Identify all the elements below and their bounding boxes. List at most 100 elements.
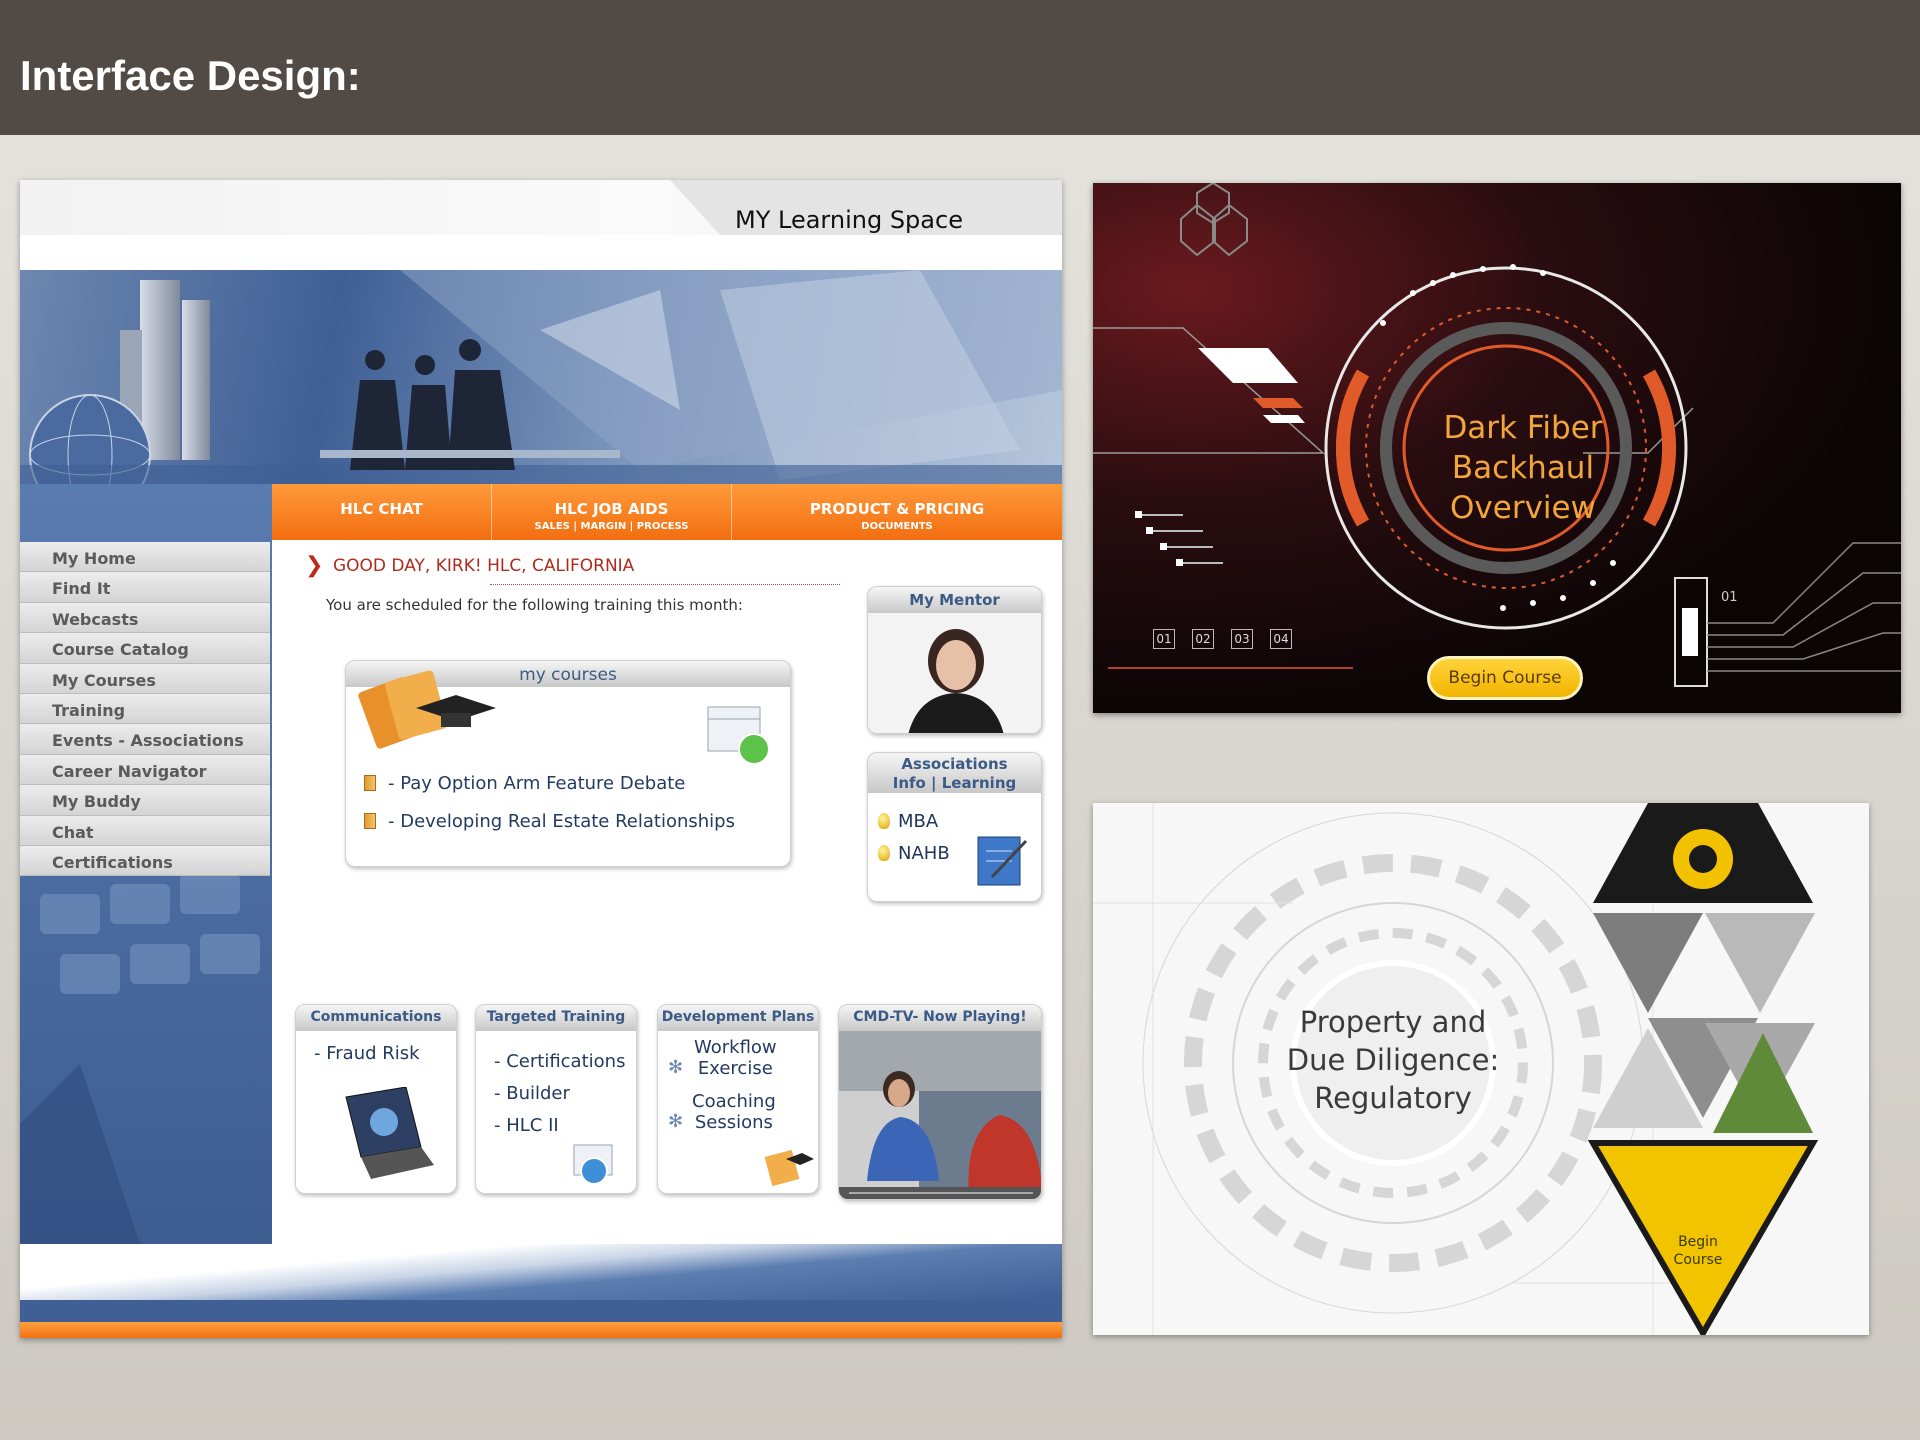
associations-title: Associations Info | Learning — [868, 753, 1041, 793]
title-line: Regulatory — [1314, 1081, 1472, 1115]
my-mentor-panel[interactable]: My Mentor — [867, 586, 1042, 734]
association-label: NAHB — [898, 843, 950, 864]
sidebar-item-find-it[interactable]: Find It — [20, 572, 270, 603]
banner-illustration-icon — [20, 270, 1062, 484]
sparkle-icon: ✻ — [668, 1111, 684, 1132]
property-course-card: Property and Due Diligence: Regulatory B… — [1093, 803, 1869, 1335]
chevron-right-icon: ❯ — [305, 553, 324, 578]
dark-fiber-course-card: 01 02 03 04 01 Dark Fiber Backhaul Overv… — [1093, 183, 1901, 713]
sidebar-nav: My Home Find It Webcasts Course Catalog … — [20, 542, 272, 877]
association-link-nahb[interactable]: NAHB — [878, 843, 950, 864]
video-player-icon — [839, 1031, 1041, 1199]
sidebar-item-career-navigator[interactable]: Career Navigator — [20, 754, 270, 786]
step-indicator[interactable]: 04 — [1270, 629, 1292, 649]
course-item[interactable]: - Developing Real Estate Relationships — [364, 811, 735, 832]
schedule-text: You are scheduled for the following trai… — [326, 596, 743, 614]
title-line: Property and — [1299, 1005, 1487, 1039]
top-nav-bar: HLC CHAT HLC JOB AIDS SALES | MARGIN | P… — [272, 484, 1062, 540]
course-title: Property and Due Diligence: Regulatory — [1263, 1003, 1523, 1117]
course-title: Dark Fiber Backhaul Overview — [1413, 408, 1633, 528]
cmd-tv-panel[interactable]: CMD-TV- Now Playing! — [838, 1004, 1042, 1200]
sidebar-item-certifications[interactable]: Certifications — [20, 845, 270, 877]
link-line: Sessions — [694, 1112, 773, 1133]
step-indicator[interactable]: 03 — [1231, 629, 1253, 649]
sparkle-icon: ✻ — [668, 1057, 684, 1078]
step-indicator[interactable]: 02 — [1192, 629, 1214, 649]
books-cap-icon — [764, 1149, 814, 1187]
begin-course-button[interactable]: Begin Course — [1633, 1233, 1763, 1269]
association-label: MBA — [898, 811, 939, 832]
course-item[interactable]: - Pay Option Arm Feature Debate — [364, 773, 685, 794]
panel-title: Development Plans — [658, 1005, 818, 1031]
nav-hlc-chat[interactable]: HLC CHAT — [272, 484, 492, 540]
sidebar-item-my-courses[interactable]: My Courses — [20, 663, 270, 694]
nav-label: PRODUCT & PRICING — [809, 500, 985, 518]
footer-stripe — [20, 1322, 1062, 1338]
panel-link[interactable]: - Certifications — [494, 1051, 625, 1072]
slide-title: Interface Design: — [20, 52, 361, 99]
books-graduation-cap-icon — [358, 670, 496, 749]
association-link-mba[interactable]: MBA — [878, 811, 938, 832]
footer-wave — [20, 1244, 1062, 1300]
link-line: Exercise — [697, 1058, 773, 1079]
link-line: Workflow — [694, 1037, 777, 1058]
panel-link[interactable]: - Fraud Risk — [314, 1043, 420, 1064]
nav-sublabel: DOCUMENTS — [861, 521, 933, 532]
my-courses-panel: my courses - Pay Option Arm Feature Deba… — [345, 660, 791, 867]
sidebar-item-events-associations[interactable]: Events - Associations — [20, 724, 270, 755]
sidebar-item-my-buddy[interactable]: My Buddy — [20, 785, 270, 816]
lms-top-bar: MY Learning Space — [20, 180, 1062, 270]
nav-sublabel: SALES | MARGIN | PROCESS — [534, 521, 689, 532]
sidebar-item-course-catalog[interactable]: Course Catalog — [20, 633, 270, 664]
book-icon — [364, 775, 376, 791]
mentor-photo-icon — [868, 613, 1041, 733]
nav-label: HLC JOB AIDS — [554, 500, 669, 518]
hero-banner — [20, 270, 1062, 484]
nav-label: HLC CHAT — [340, 500, 423, 518]
book-icon — [364, 813, 376, 829]
title-line: Dark Fiber — [1443, 410, 1603, 446]
begin-course-button[interactable]: Begin Course — [1427, 656, 1583, 700]
communications-panel: Communications - Fraud Risk — [295, 1004, 457, 1194]
divider — [490, 584, 840, 585]
lightbulb-icon — [878, 845, 890, 861]
greeting-text: GOOD DAY, KIRK! HLC, CALIFORNIA — [333, 556, 635, 576]
sidebar-item-chat[interactable]: Chat — [20, 815, 270, 846]
associations-panel: Associations Info | Learning MBA NAHB — [867, 752, 1042, 902]
title-line: Due Diligence: — [1286, 1043, 1500, 1077]
footer-bar — [20, 1300, 1062, 1322]
associations-heading: Associations — [901, 755, 1008, 773]
link-line: Coaching — [692, 1091, 776, 1112]
panel-title: Communications — [296, 1005, 456, 1031]
laptop-icon — [345, 1087, 434, 1179]
nav-hlc-job-aids[interactable]: HLC JOB AIDS SALES | MARGIN | PROCESS — [492, 484, 732, 540]
globe-calendar-icon — [573, 1144, 613, 1185]
calendar-globe-icon — [707, 706, 770, 765]
button-line: Begin — [1678, 1234, 1718, 1250]
panel-link[interactable]: - HLC II — [494, 1115, 559, 1136]
panel-link[interactable]: - Builder — [494, 1083, 570, 1104]
lms-screenshot: MY Learning Space HLC CHAT HLC JOB AIDS … — [20, 180, 1062, 1338]
side-label: 01 — [1721, 590, 1738, 605]
targeted-training-panel: Targeted Training - Certifications - Bui… — [475, 1004, 637, 1194]
course-title: - Developing Real Estate Relationships — [388, 811, 735, 832]
button-line: Course — [1673, 1252, 1723, 1268]
lms-title: MY Learning Space — [735, 206, 963, 234]
keyboard-graphic-icon — [20, 874, 260, 1244]
my-mentor-title: My Mentor — [868, 587, 1041, 613]
panel-title: Targeted Training — [476, 1005, 636, 1031]
title-line: Backhaul — [1451, 450, 1595, 486]
sidebar-item-my-home[interactable]: My Home — [20, 542, 270, 573]
panel-link-workflow-exercise[interactable]: Workflow Exercise — [694, 1037, 777, 1079]
associations-subheading[interactable]: Info | Learning — [868, 774, 1041, 793]
panel-link-coaching-sessions[interactable]: Coaching Sessions — [692, 1091, 776, 1133]
course-title: - Pay Option Arm Feature Debate — [388, 773, 686, 794]
step-indicator[interactable]: 01 — [1153, 629, 1175, 649]
lightbulb-icon — [878, 813, 890, 829]
sidebar-item-webcasts[interactable]: Webcasts — [20, 602, 270, 634]
development-plans-panel: Development Plans ✻ Workflow Exercise ✻ … — [657, 1004, 819, 1194]
title-line: Overview — [1450, 490, 1596, 526]
sidebar-item-training[interactable]: Training — [20, 693, 270, 725]
nav-product-pricing[interactable]: PRODUCT & PRICING DOCUMENTS — [732, 484, 1062, 540]
panel-title: CMD-TV- Now Playing! — [839, 1005, 1041, 1031]
